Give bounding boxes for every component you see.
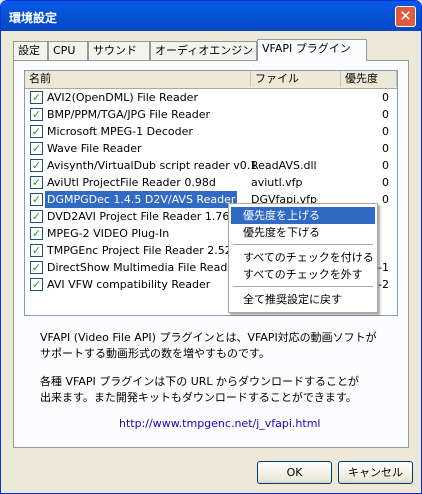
menu-item-reset-defaults[interactable]: 全て推奨設定に戻す: [231, 291, 375, 308]
tab-vfapi-plugin[interactable]: VFAPI プラグイン: [257, 39, 367, 61]
plugin-name: BMP/PPM/TGA/JPG File Reader: [47, 108, 211, 121]
enable-checkbox[interactable]: ✓: [30, 91, 43, 104]
download-url-link[interactable]: http://www.tmpgenc.net/j_vfapi.html: [119, 417, 320, 430]
plugin-name: Wave File Reader: [47, 142, 142, 155]
list-header: 名前 ファイル 優先度: [25, 71, 397, 89]
settings-dialog: 環境設定 ✕ 設定 CPU サウンド オーディオエンジン VFAPI プラグイン…: [0, 0, 422, 494]
enable-checkbox[interactable]: ✓: [30, 142, 43, 155]
plugin-file: aviutl.vfp: [251, 176, 303, 189]
description-line: VFAPI (Video File API) プラグインとは、VFAPI対応の動…: [40, 331, 377, 344]
window-title: 環境設定: [9, 11, 58, 25]
menu-item-raise-priority[interactable]: 優先度を上げる: [231, 207, 375, 224]
table-row[interactable]: ✓ Wave File Reader 0: [25, 140, 397, 157]
context-menu: 優先度を上げる 優先度を下げる すべてのチェックを付ける すべてのチェックを外す…: [228, 203, 378, 313]
column-name[interactable]: 名前: [25, 71, 251, 87]
plugin-priority: 0: [382, 193, 389, 206]
menu-separator: [233, 286, 373, 287]
description-line: 出来ます。また開発キットもダウンロードすることができます。: [40, 391, 357, 404]
enable-checkbox[interactable]: ✓: [30, 176, 43, 189]
menu-item-uncheck-all[interactable]: すべてのチェックを外す: [231, 266, 375, 283]
plugin-priority: 0: [382, 91, 389, 104]
menu-separator: [233, 244, 373, 245]
plugin-priority: 0: [382, 108, 389, 121]
enable-checkbox[interactable]: ✓: [30, 261, 43, 274]
enable-checkbox[interactable]: ✓: [30, 244, 43, 257]
enable-checkbox[interactable]: ✓: [30, 193, 43, 206]
plugin-file: ReadAVS.dll: [251, 159, 317, 172]
plugin-name: AVI2(OpenDML) File Reader: [47, 91, 198, 104]
ok-button[interactable]: OK: [257, 461, 332, 484]
tab-settings[interactable]: 設定: [13, 41, 48, 60]
tab-cpu[interactable]: CPU: [48, 41, 88, 60]
plugin-name: AviUtl ProjectFile Reader 0.98d: [47, 176, 216, 189]
table-row[interactable]: ✓ AviUtl ProjectFile Reader 0.98d aviutl.v…: [25, 174, 397, 191]
plugin-name: DGMPGDec 1.4.5 D2V/AVS Reader: [45, 191, 238, 208]
plugin-name: Microsoft MPEG-1 Decoder: [47, 125, 193, 138]
enable-checkbox[interactable]: ✓: [30, 227, 43, 240]
plugin-name: AVI VFW compatibility Reader: [47, 278, 211, 291]
table-row[interactable]: ✓ Microsoft MPEG-1 Decoder 0: [25, 123, 397, 140]
table-row[interactable]: ✓ Avisynth/VirtualDub script reader v0.1 R…: [25, 157, 397, 174]
menu-item-check-all[interactable]: すべてのチェックを付ける: [231, 249, 375, 266]
column-file[interactable]: ファイル: [251, 71, 341, 87]
tab-sound[interactable]: サウンド: [88, 41, 150, 60]
column-priority[interactable]: 優先度: [341, 71, 397, 87]
plugin-name: DirectShow Multimedia File Reader: [47, 261, 239, 274]
enable-checkbox[interactable]: ✓: [30, 159, 43, 172]
cancel-button[interactable]: キャンセル: [338, 461, 413, 484]
enable-checkbox[interactable]: ✓: [30, 210, 43, 223]
plugin-name: DVD2AVI Project File Reader 1.76+: [47, 210, 239, 223]
description-line: サポートする動画形式の数を増やすものです。: [40, 347, 270, 360]
plugin-name: TMPGEnc Project File Reader 2.524: [47, 244, 239, 257]
plugin-priority: 0: [382, 142, 389, 155]
plugin-priority: 0: [382, 176, 389, 189]
plugin-priority: 0: [382, 125, 389, 138]
tab-audio-engine[interactable]: オーディオエンジン: [150, 41, 257, 60]
plugin-priority: -1: [378, 261, 389, 274]
enable-checkbox[interactable]: ✓: [30, 108, 43, 121]
plugin-name: Avisynth/VirtualDub script reader v0.1: [47, 159, 258, 172]
enable-checkbox[interactable]: ✓: [30, 125, 43, 138]
plugin-name: MPEG-2 VIDEO Plug-In: [47, 227, 170, 240]
menu-item-lower-priority[interactable]: 優先度を下げる: [231, 224, 375, 241]
table-row[interactable]: ✓ BMP/PPM/TGA/JPG File Reader 0: [25, 106, 397, 123]
plugin-priority: 0: [382, 159, 389, 172]
title-bar[interactable]: 環境設定 ✕: [1, 1, 421, 31]
table-row[interactable]: ✓ AVI2(OpenDML) File Reader 0: [25, 89, 397, 106]
enable-checkbox[interactable]: ✓: [30, 278, 43, 291]
plugin-priority: -2: [378, 278, 389, 291]
close-button[interactable]: ✕: [395, 6, 416, 27]
description-line: 各種 VFAPI プラグインは下の URL からダウンロードすることが: [40, 375, 360, 388]
